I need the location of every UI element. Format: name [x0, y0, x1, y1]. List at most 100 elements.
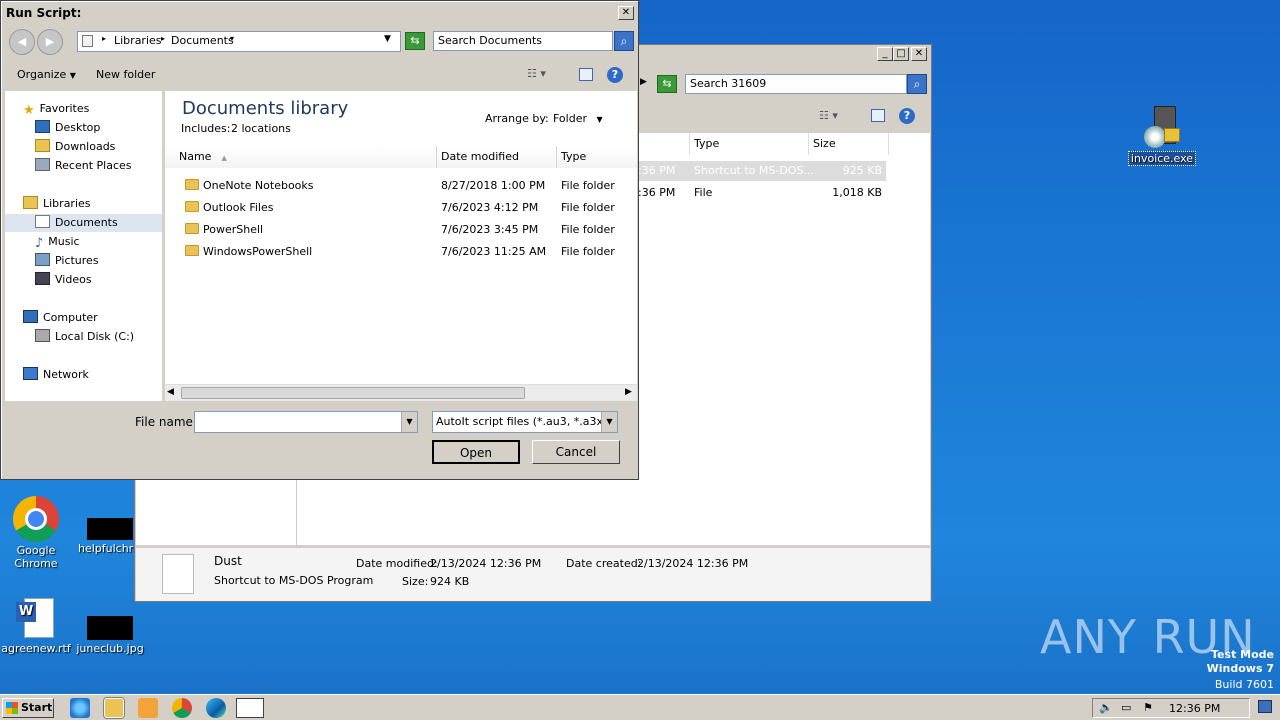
desktop-icon-juneclub[interactable]: juneclub.jpg: [74, 616, 146, 655]
nav-local-disk[interactable]: Local Disk (C:): [35, 328, 134, 346]
chevron-down-icon[interactable]: ▾: [230, 34, 234, 43]
chrome-icon: [13, 496, 59, 542]
column-type[interactable]: Type: [689, 133, 809, 155]
address-bar[interactable]: ▸ Libraries ▸ Documents ▾ ▼: [77, 31, 401, 52]
scroll-left-icon[interactable]: ◀: [167, 387, 174, 397]
nav-arrow-icon[interactable]: ▶: [640, 77, 647, 87]
file-name-input[interactable]: ▼: [194, 411, 418, 433]
help-icon[interactable]: ?: [607, 67, 623, 83]
arrange-by-dropdown[interactable]: Folder ▼: [553, 112, 603, 125]
internet-explorer-icon[interactable]: [70, 698, 90, 718]
run-script-dialog[interactable]: Run Script: ✕ ◀ ▶ ▸ Libraries ▸ Document…: [0, 0, 639, 480]
network-status-icon[interactable]: ▭: [1121, 701, 1131, 714]
nav-network[interactable]: Network: [23, 366, 89, 384]
file-row[interactable]: OneNote Notebooks 8/27/2018 1:00 PM File…: [165, 176, 637, 196]
build-label: Build 7601: [1214, 678, 1274, 691]
clock[interactable]: 12:36 PM: [1169, 702, 1220, 715]
nav-libraries[interactable]: Libraries: [23, 195, 91, 213]
file-row[interactable]: PowerShell 7/6/2023 3:45 PM File folder: [165, 220, 637, 240]
nav-recent-places[interactable]: Recent Places: [35, 157, 132, 175]
autoit-app-icon[interactable]: [236, 698, 264, 718]
show-desktop-icon[interactable]: [1258, 700, 1272, 713]
preview-pane-icon[interactable]: [871, 109, 885, 122]
drive-icon: [35, 329, 50, 342]
chrome-icon[interactable]: [172, 698, 192, 718]
chevron-down-icon[interactable]: ▼: [401, 412, 417, 432]
horizontal-scrollbar[interactable]: ◀ ▶: [165, 384, 637, 401]
nav-favorites[interactable]: ★ Favorites: [23, 100, 89, 118]
cancel-button[interactable]: Cancel: [532, 440, 620, 464]
organize-button[interactable]: Organize ▼: [17, 68, 76, 81]
breadcrumb-documents[interactable]: Documents: [171, 34, 234, 47]
flag-icon[interactable]: ⚑: [1143, 701, 1153, 714]
includes-locations-link[interactable]: 2 locations: [231, 122, 291, 135]
star-icon: ★: [23, 103, 35, 118]
details-created-label: Date created:: [566, 557, 642, 570]
media-player-icon[interactable]: [138, 698, 158, 718]
file-explorer-icon[interactable]: [104, 698, 124, 718]
breadcrumb-libraries[interactable]: Libraries: [114, 34, 162, 47]
nav-downloads[interactable]: Downloads: [35, 138, 115, 156]
search-input[interactable]: Search Documents: [433, 31, 613, 51]
scrollbar-thumb[interactable]: [181, 387, 525, 399]
nav-music[interactable]: ♪ Music: [35, 233, 80, 251]
file-type-select[interactable]: AutoIt script files (*.au3, *.a3x) ▼: [432, 411, 618, 433]
chevron-right-icon: ▸: [161, 34, 166, 43]
chevron-down-icon: ▼: [69, 71, 76, 80]
address-dropdown-icon[interactable]: ▼: [384, 34, 391, 44]
close-button[interactable]: ✕: [618, 6, 634, 20]
refresh-icon[interactable]: ⇆: [657, 75, 677, 93]
libraries-icon: [82, 35, 93, 47]
desktop-icon-invoice[interactable]: invoice.exe: [1126, 104, 1198, 166]
column-size[interactable]: Size: [809, 133, 889, 155]
test-mode-label: Test Mode: [1211, 648, 1274, 661]
scroll-right-icon[interactable]: ▶: [625, 387, 632, 397]
installer-icon: [1140, 104, 1184, 150]
desktop-icon-agreenew[interactable]: W agreenew.rtf: [0, 598, 72, 655]
preview-pane-icon[interactable]: [579, 68, 593, 81]
file-row[interactable]: Outlook Files 7/6/2023 4:12 PM File fold…: [165, 198, 637, 218]
bg-file-row[interactable]: :36 PM File 1,018 KB: [636, 183, 886, 203]
folder-icon: [185, 223, 199, 234]
details-size: 924 KB: [430, 575, 470, 588]
chevron-right-icon: ▸: [102, 34, 107, 43]
computer-icon: [23, 310, 38, 323]
new-folder-button[interactable]: New folder: [96, 68, 155, 81]
desktop-icon-chrome[interactable]: Google Chrome: [0, 496, 72, 570]
system-tray: 🔈 ▭ ⚑ 12:36 PM: [1092, 698, 1250, 718]
view-options-icon[interactable]: ☷ ▾: [819, 109, 838, 122]
search-icon[interactable]: ⌕: [907, 74, 927, 94]
details-created: 2/13/2024 12:36 PM: [637, 557, 749, 570]
column-type[interactable]: Type: [557, 146, 637, 168]
help-icon[interactable]: ?: [899, 108, 915, 124]
bg-file-row[interactable]: :36 PM Shortcut to MS-DOS... 925 KB: [636, 161, 886, 181]
videos-icon: [35, 272, 50, 285]
black-thumbnail-icon: [87, 518, 133, 540]
search-input[interactable]: Search 31609: [685, 74, 907, 94]
refresh-icon[interactable]: ⇆: [405, 32, 425, 50]
nav-videos[interactable]: Videos: [35, 271, 92, 289]
nav-computer[interactable]: Computer: [23, 309, 98, 327]
close-button[interactable]: ✕: [911, 47, 927, 61]
column-date-modified[interactable]: Date modified: [437, 146, 557, 168]
pane-divider: [296, 479, 297, 545]
chevron-down-icon[interactable]: ▼: [601, 412, 617, 432]
view-options-icon[interactable]: ☷ ▾: [527, 67, 546, 80]
file-row[interactable]: WindowsPowerShell 7/6/2023 11:25 AM File…: [165, 242, 637, 262]
back-button[interactable]: ◀: [9, 29, 35, 55]
start-button[interactable]: Start: [2, 698, 54, 718]
maximize-button[interactable]: □: [893, 47, 909, 61]
minimize-button[interactable]: _: [877, 47, 893, 61]
recent-places-icon: [35, 158, 50, 171]
search-icon[interactable]: ⌕: [614, 31, 634, 51]
nav-documents[interactable]: Documents: [5, 214, 162, 232]
forward-button[interactable]: ▶: [37, 29, 63, 55]
edge-icon[interactable]: [206, 698, 226, 718]
nav-desktop[interactable]: Desktop: [35, 119, 100, 137]
documents-icon: [35, 215, 50, 228]
open-button[interactable]: Open: [432, 440, 520, 464]
details-size-label: Size:: [402, 575, 429, 588]
volume-icon[interactable]: 🔈: [1099, 701, 1113, 714]
column-name[interactable]: Name ▲: [165, 146, 437, 168]
nav-pictures[interactable]: Pictures: [35, 252, 99, 270]
